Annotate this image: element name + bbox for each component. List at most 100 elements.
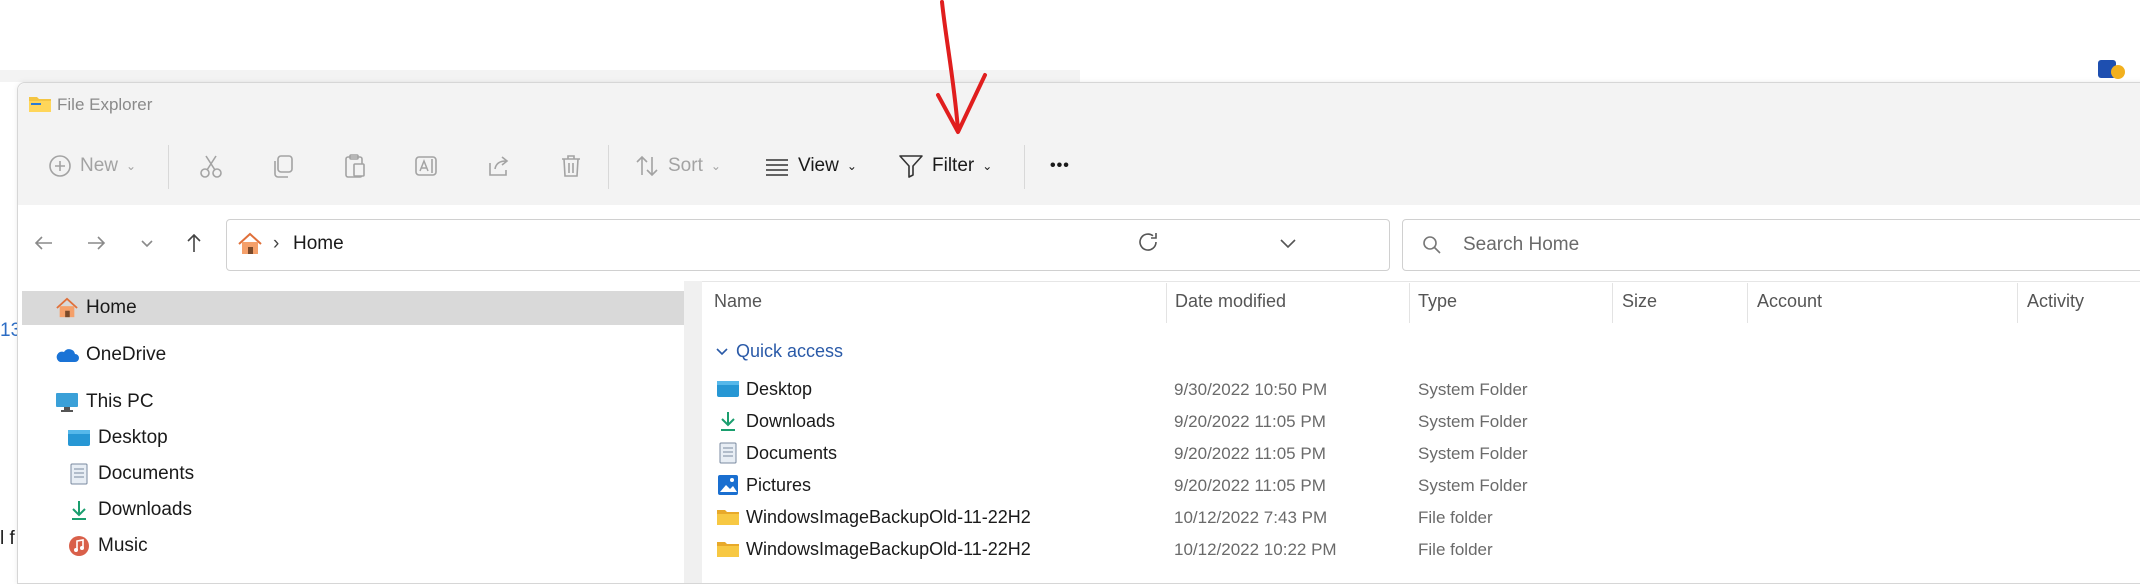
- new-button[interactable]: New ⌄: [48, 127, 136, 205]
- paste-button[interactable]: [342, 127, 368, 205]
- folder-icon: [717, 510, 739, 525]
- file-name: WindowsImageBackupOld-11-22H2: [746, 507, 1031, 527]
- view-lines-icon: [766, 159, 788, 176]
- file-type: System Folder: [1418, 412, 1528, 431]
- column-divider[interactable]: [2017, 283, 2018, 323]
- plus-circle-icon: [49, 155, 71, 177]
- file-list: Name Date modified Type Size Account Act…: [702, 281, 2140, 583]
- column-header-type[interactable]: Type: [1418, 291, 1457, 312]
- folder-icon: [717, 542, 739, 557]
- search-input[interactable]: Search Home: [1402, 219, 2140, 271]
- column-header-activity[interactable]: Activity: [2027, 291, 2084, 312]
- home-icon: [54, 297, 80, 319]
- file-name: Pictures: [746, 475, 812, 495]
- sort-button[interactable]: Sort ⌄: [634, 127, 721, 205]
- clipboard-icon: [345, 154, 365, 178]
- list-item[interactable]: Downloads 9/20/2022 11:05 PM System Fold…: [702, 407, 2140, 437]
- column-divider[interactable]: [1409, 283, 1410, 323]
- toolbar-divider: [608, 145, 609, 189]
- column-divider[interactable]: [1747, 283, 1748, 323]
- cut-button[interactable]: [198, 127, 224, 205]
- arrow-left-icon: [34, 236, 52, 250]
- forward-button[interactable]: [84, 205, 108, 281]
- filter-label: Filter: [932, 155, 975, 176]
- file-type: System Folder: [1418, 476, 1528, 495]
- sidebar-item-desktop[interactable]: Desktop: [22, 421, 684, 455]
- column-header-account[interactable]: Account: [1757, 291, 1822, 312]
- file-type: File folder: [1418, 508, 1493, 527]
- list-item[interactable]: WindowsImageBackupOld-11-22H2 10/12/2022…: [702, 535, 2140, 565]
- file-type: System Folder: [1418, 380, 1528, 399]
- view-label: View: [798, 155, 839, 176]
- refresh-button[interactable]: [1136, 215, 1160, 269]
- sidebar-item-music[interactable]: Music: [22, 529, 684, 563]
- background-app-icon[interactable]: [2096, 58, 2126, 82]
- chevron-down-icon[interactable]: [1277, 232, 1299, 254]
- sidebar-item-downloads[interactable]: Downloads: [22, 493, 684, 527]
- chevron-down-icon: [141, 240, 153, 248]
- sidebar-item-label: Desktop: [98, 427, 168, 448]
- annotation-arrow-icon: [936, 0, 987, 134]
- file-type: System Folder: [1418, 444, 1528, 463]
- group-header-quick-access[interactable]: Quick access: [714, 341, 843, 362]
- file-name: Documents: [746, 443, 838, 463]
- group-label: Quick access: [736, 341, 844, 361]
- delete-button[interactable]: [558, 127, 584, 205]
- documents-icon: [719, 442, 737, 464]
- title-bar[interactable]: File Explorer: [18, 83, 2140, 127]
- more-options-button[interactable]: •••: [1050, 127, 1070, 205]
- search-icon: [1423, 236, 1441, 254]
- back-button[interactable]: [32, 205, 56, 281]
- sidebar-item-documents[interactable]: Documents: [22, 457, 684, 491]
- window-title: File Explorer: [57, 95, 153, 114]
- share-icon: [489, 156, 509, 176]
- chevron-down-icon: [716, 347, 728, 355]
- funnel-icon: [899, 155, 923, 178]
- sidebar-item-onedrive[interactable]: OneDrive: [22, 338, 684, 372]
- list-item[interactable]: Documents 9/20/2022 11:05 PM System Fold…: [702, 439, 2140, 469]
- desktop-folder-icon: [717, 381, 739, 397]
- folder-icon: [29, 97, 51, 112]
- copy-button[interactable]: [270, 127, 296, 205]
- file-name: WindowsImageBackupOld-11-22H2: [746, 539, 1031, 559]
- share-button[interactable]: [486, 127, 512, 205]
- download-icon: [721, 412, 735, 431]
- sidebar-item-this-pc[interactable]: This PC: [22, 385, 684, 419]
- date-modified: 9/30/2022 10:50 PM: [1174, 380, 1328, 399]
- chevron-down-icon: ⌄: [982, 159, 993, 173]
- arrow-right-icon: [88, 236, 106, 250]
- view-button[interactable]: View ⌄: [764, 127, 857, 205]
- refresh-icon: [1139, 233, 1157, 251]
- download-icon: [66, 499, 92, 521]
- recent-locations-button[interactable]: [138, 205, 156, 281]
- up-button[interactable]: [182, 205, 206, 281]
- toolbar-divider: [1024, 145, 1025, 189]
- address-bar[interactable]: › Home: [226, 219, 1390, 271]
- date-modified: 9/20/2022 11:05 PM: [1174, 476, 1326, 495]
- column-header-size[interactable]: Size: [1622, 291, 1657, 312]
- sidebar-item-label: Home: [86, 297, 137, 318]
- list-item[interactable]: Desktop 9/30/2022 10:50 PM System Folder: [702, 375, 2140, 405]
- column-divider[interactable]: [1166, 283, 1167, 323]
- background-text: l f: [0, 528, 15, 549]
- column-divider[interactable]: [1612, 283, 1613, 323]
- sidebar-item-home[interactable]: Home: [22, 291, 684, 325]
- column-header-name[interactable]: Name: [714, 291, 762, 312]
- navigation-pane-scrollbar[interactable]: [684, 281, 702, 583]
- sidebar-item-label: Music: [98, 535, 148, 556]
- chevron-down-icon: ⌄: [846, 159, 857, 173]
- background-window-strip: [0, 70, 1080, 82]
- date-modified: 10/12/2022 10:22 PM: [1174, 540, 1337, 559]
- column-header-date-modified[interactable]: Date modified: [1175, 291, 1286, 312]
- list-item[interactable]: WindowsImageBackupOld-11-22H2 10/12/2022…: [702, 503, 2140, 533]
- monitor-icon: [54, 391, 80, 413]
- arrow-up-icon: [187, 233, 201, 252]
- chevron-down-icon: ⌄: [126, 159, 137, 173]
- address-row: › Home Search Home: [18, 205, 2140, 282]
- date-modified: 10/12/2022 7:43 PM: [1174, 508, 1328, 527]
- documents-icon: [66, 463, 92, 485]
- sort-label: Sort: [668, 155, 703, 176]
- rename-button[interactable]: [414, 127, 440, 205]
- breadcrumb-home[interactable]: Home: [293, 233, 344, 255]
- list-item[interactable]: Pictures 9/20/2022 11:05 PM System Folde…: [702, 471, 2140, 501]
